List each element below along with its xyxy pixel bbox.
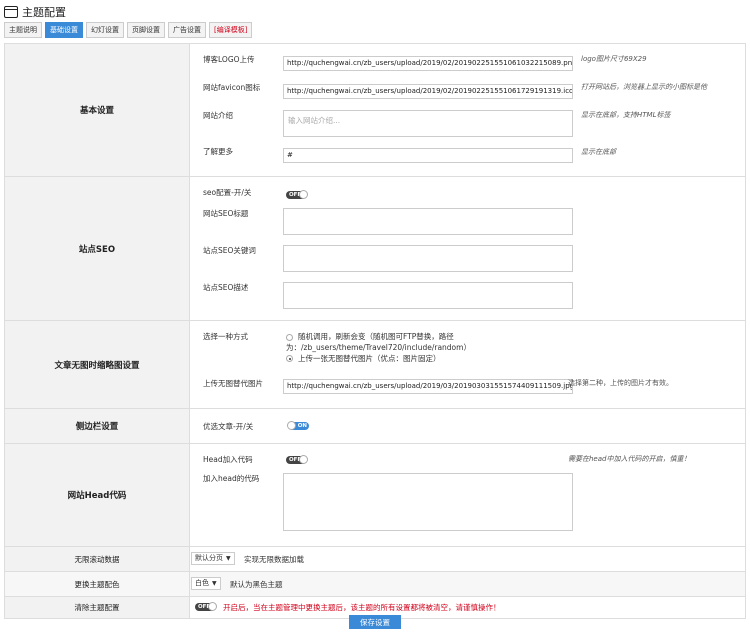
head-toggle-label: Head加入代码 (203, 455, 253, 464)
radio-upload-label: 上传一张无图替代图片（优点：图片固定） (298, 354, 441, 363)
infinite-select[interactable]: 默认分页 ▼ (191, 552, 235, 565)
logo-url-input[interactable]: http://quchengwai.cn/zb_users/upload/201… (283, 56, 573, 71)
radio-random[interactable] (286, 334, 293, 341)
section-head-code: 网站Head代码 Head加入代码 OFF 需要在head中加入代码的开启，慎重… (5, 444, 745, 547)
sidebar-toggle-label: 优选文章-开/关 (203, 422, 254, 431)
tab-slider-settings[interactable]: 幻灯设置 (86, 22, 124, 38)
row-infinite-scroll: 无限滚动数据 默认分页 ▼ 实现无限数据加载 (5, 547, 745, 572)
seo-title-label: 网站SEO标题 (203, 209, 249, 218)
color-select[interactable]: 白色 ▼ (191, 577, 221, 590)
save-button[interactable]: 保存设置 (349, 615, 401, 629)
section-label-thumbnail: 文章无图时缩略图设置 (5, 321, 190, 408)
thumb-mode-label: 选择一种方式 (203, 332, 248, 341)
clear-config-toggle[interactable]: OFF (195, 601, 217, 611)
tab-basic-settings[interactable]: 基础设置 (45, 22, 83, 38)
color-label: 更换主题配色 (5, 572, 190, 596)
more-link-input[interactable]: # (283, 148, 573, 163)
head-toggle-hint: 需要在head中加入代码的开启，慎重！ (568, 455, 691, 463)
section-sidebar: 侧边栏设置 优选文章-开/关 ON (5, 409, 745, 444)
color-select-value: 白色 (195, 579, 209, 587)
intro-label: 网站介绍 (203, 111, 233, 120)
section-label-basic: 基本设置 (5, 44, 190, 176)
seo-toggle-label: seo配置-开/关 (203, 188, 252, 197)
section-content-thumbnail: 选择一种方式 随机调用，刷新会变（随机图可FTP替换，路径 为：/zb_user… (190, 321, 745, 408)
section-content-head-code: Head加入代码 OFF 需要在head中加入代码的开启，慎重！ 加入head的… (190, 444, 745, 546)
section-label-head-code: 网站Head代码 (5, 444, 190, 546)
section-label-seo: 站点SEO (5, 177, 190, 320)
infinite-select-value: 默认分页 (195, 554, 223, 562)
section-content-seo: seo配置-开/关 OFF 网站SEO标题 站点SEO关键词 站点SEO描述 (190, 177, 745, 320)
tab-theme-info[interactable]: 主题说明 (4, 22, 42, 38)
head-code-toggle[interactable]: OFF (286, 454, 308, 464)
thumb-upload-input[interactable]: http://quchengwai.cn/zb_users/upload/201… (283, 379, 573, 394)
thumb-upload-hint: 选择第二种，上传的图片才有效。 (568, 379, 673, 387)
seo-desc-label: 站点SEO描述 (203, 283, 249, 292)
tab-compile-template[interactable]: [编译模板] (209, 22, 253, 38)
window-icon (4, 6, 18, 18)
clear-warning: 开启后，当在主题管理中更换主题后，该主题的所有设置都将被清空，请谨慎操作！ (223, 603, 501, 612)
page-title: 主题配置 (22, 6, 66, 19)
tab-footer-settings[interactable]: 页脚设置 (127, 22, 165, 38)
page-header: 主题配置 (4, 3, 66, 21)
color-content: 白色 ▼ 默认为黑色主题 (190, 572, 745, 596)
color-desc: 默认为黑色主题 (230, 580, 283, 589)
radio-random-label-line1: 随机调用，刷新会变（随机图可FTP替换，路径 (298, 332, 454, 341)
chevron-down-icon: ▼ (212, 580, 217, 587)
section-seo: 站点SEO seo配置-开/关 OFF 网站SEO标题 站点SEO关键词 站点S… (5, 177, 745, 321)
more-hint: 显示在底部 (581, 148, 616, 156)
tab-bar: 主题说明 基础设置 幻灯设置 页脚设置 广告设置 [编译模板] (4, 22, 253, 38)
section-content-basic: 博客LOGO上传 http://quchengwai.cn/zb_users/u… (190, 44, 745, 176)
favicon-hint: 打开网站后，浏览器上显示的小图标是他 (581, 83, 707, 91)
infinite-desc: 实现无限数据加载 (244, 555, 304, 564)
seo-desc-textarea[interactable] (283, 282, 573, 309)
sidebar-toggle-state: ON (297, 423, 307, 429)
radio-random-label-line2: 为：/zb_users/theme/Travel720/include/rand… (286, 343, 471, 352)
chevron-down-icon: ▼ (226, 555, 231, 562)
infinite-label: 无限滚动数据 (5, 547, 190, 571)
intro-textarea[interactable]: 输入网站介绍... (283, 110, 573, 137)
section-thumbnail: 文章无图时缩略图设置 选择一种方式 随机调用，刷新会变（随机图可FTP替换，路径… (5, 321, 745, 409)
toggle-knob (208, 601, 217, 611)
sidebar-toggle[interactable]: ON (287, 420, 309, 430)
row-theme-color: 更换主题配色 白色 ▼ 默认为黑色主题 (5, 572, 745, 597)
logo-label: 博客LOGO上传 (203, 55, 255, 64)
toggle-knob (299, 189, 308, 199)
seo-title-textarea[interactable] (283, 208, 573, 235)
thumb-upload-label: 上传无图替代图片 (203, 379, 263, 388)
toggle-knob (287, 420, 296, 430)
favicon-label: 网站favicon图标 (203, 83, 261, 92)
toggle-knob (299, 454, 308, 464)
favicon-url-input[interactable]: http://quchengwai.cn/zb_users/upload/201… (283, 84, 573, 99)
section-basic: 基本设置 博客LOGO上传 http://quchengwai.cn/zb_us… (5, 44, 745, 177)
seo-toggle[interactable]: OFF (286, 189, 308, 199)
clear-label: 清除主题配置 (5, 597, 190, 618)
section-label-sidebar: 侧边栏设置 (5, 409, 190, 443)
section-content-sidebar: 优选文章-开/关 ON (190, 409, 745, 443)
seo-keywords-label: 站点SEO关键词 (203, 246, 256, 255)
head-code-label: 加入head的代码 (203, 474, 260, 483)
seo-keywords-textarea[interactable] (283, 245, 573, 272)
radio-upload[interactable] (286, 355, 293, 362)
more-label: 了解更多 (203, 147, 233, 156)
infinite-content: 默认分页 ▼ 实现无限数据加载 (190, 547, 745, 571)
head-code-textarea[interactable] (283, 473, 573, 531)
tab-ad-settings[interactable]: 广告设置 (168, 22, 206, 38)
logo-hint: logo图片尺寸69X29 (581, 55, 647, 63)
settings-table: 基本设置 博客LOGO上传 http://quchengwai.cn/zb_us… (4, 43, 746, 619)
intro-hint: 显示在底部，支持HTML标签 (581, 111, 671, 119)
clear-content: OFF 开启后，当在主题管理中更换主题后，该主题的所有设置都将被清空，请谨慎操作… (190, 597, 745, 618)
